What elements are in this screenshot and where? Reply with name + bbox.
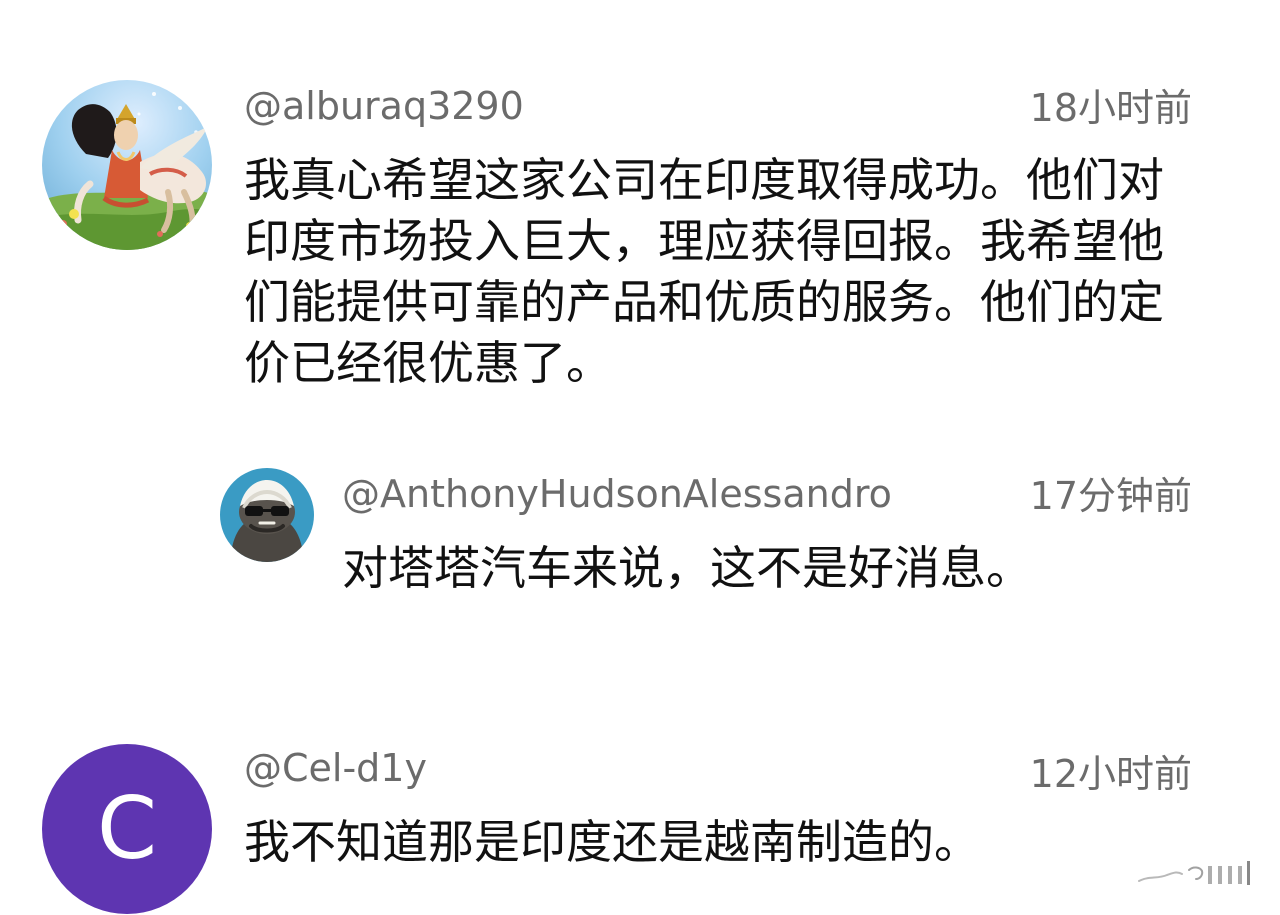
comment-author[interactable]: @alburaq3290 xyxy=(244,84,524,128)
comment-text: 我真心希望这家公司在印度取得成功。他们对印度市场投入巨大，理应获得回报。我希望他… xyxy=(244,153,1164,390)
comment-timestamp: 17分钟前 xyxy=(1029,474,1192,518)
comment-timestamp: 18小时前 xyxy=(1029,86,1192,130)
avatar-letter: C xyxy=(96,779,158,879)
avatar[interactable]: C xyxy=(42,744,212,914)
avatar[interactable] xyxy=(220,468,314,562)
comment-author[interactable]: @Cel-d1y xyxy=(244,746,427,790)
avatar[interactable] xyxy=(42,80,212,250)
comment-text: 对塔塔汽车来说，这不是好消息。 xyxy=(342,541,1032,595)
comment-timestamp: 12小时前 xyxy=(1029,752,1192,796)
painted-figure-avatar-icon xyxy=(42,80,212,250)
badger-with-sunglasses-avatar-icon xyxy=(220,468,314,562)
comment-author[interactable]: @AnthonyHudsonAlessandro xyxy=(342,472,892,516)
watermark-icon xyxy=(1138,861,1250,885)
comment-text: 我不知道那是印度还是越南制造的。 xyxy=(244,815,980,869)
